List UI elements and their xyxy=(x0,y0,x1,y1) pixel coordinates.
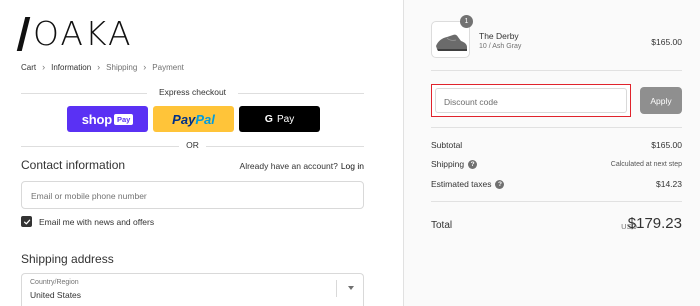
google-pay-label: Pay xyxy=(276,113,295,125)
newsletter-checkbox-row[interactable]: Email me with news and offers xyxy=(21,216,154,227)
country-select[interactable]: Country/Region United States xyxy=(21,273,364,306)
or-divider: OR xyxy=(21,140,364,152)
product-variant: 10 / Ash Gray xyxy=(479,43,522,50)
account-prompt-text: Already have an account? xyxy=(239,161,338,171)
discount-code-input[interactable]: Discount code xyxy=(435,88,627,113)
shop-pay-badge: Pay xyxy=(113,113,134,125)
subtotal-value: $165.00 xyxy=(651,140,682,150)
email-field[interactable]: Email or mobile phone number xyxy=(21,181,364,209)
taxes-value: $14.23 xyxy=(656,179,682,189)
logo-slash-mark xyxy=(16,17,31,51)
breadcrumb: Cart › Information › Shipping › Payment xyxy=(21,62,184,72)
total-label: Total xyxy=(431,220,453,231)
shipping-value: Calculated at next step xyxy=(610,161,682,168)
paypal-button[interactable]: Pay Pal xyxy=(153,106,234,132)
country-label: Country/Region xyxy=(30,279,79,286)
breadcrumb-shipping: Shipping xyxy=(106,62,138,72)
checkmark-icon xyxy=(23,219,30,224)
taxes-row: Estimated taxes ? xyxy=(431,179,505,189)
divider xyxy=(431,201,682,202)
logo-text: OAKA xyxy=(33,14,133,53)
google-pay-button[interactable]: G Pay xyxy=(239,106,320,132)
question-icon[interactable]: ? xyxy=(495,179,505,189)
taxes-label: Estimated taxes xyxy=(431,179,492,189)
express-checkout-header: Express checkout xyxy=(21,87,364,99)
login-link[interactable]: Log in xyxy=(341,161,364,171)
product-name: The Derby xyxy=(479,31,519,41)
brand-logo[interactable]: OAKA xyxy=(16,14,133,53)
or-label: OR xyxy=(186,140,199,150)
discount-highlight[interactable]: Discount code xyxy=(431,84,631,117)
newsletter-label: Email me with news and offers xyxy=(39,216,155,227)
email-placeholder: Email or mobile phone number xyxy=(31,191,147,201)
chevron-right-icon: › xyxy=(42,62,46,72)
chevron-down-icon xyxy=(348,286,354,290)
express-checkout-label: Express checkout xyxy=(150,87,235,97)
country-value: United States xyxy=(30,290,82,300)
paypal-wordmark-pal: Pal xyxy=(195,111,215,127)
chevron-right-icon: › xyxy=(143,62,147,72)
contact-heading: Contact information xyxy=(21,158,126,172)
breadcrumb-payment: Payment xyxy=(152,62,184,72)
shop-pay-button[interactable]: shop Pay xyxy=(67,106,148,132)
shop-pay-wordmark: shop xyxy=(81,111,112,127)
shipping-row: Shipping ? xyxy=(431,159,478,169)
subtotal-label: Subtotal xyxy=(431,140,463,150)
apply-button[interactable]: Apply xyxy=(640,87,682,114)
order-summary-panel: 1 The Derby 10 / Ash Gray $165.00 Discou… xyxy=(403,0,700,306)
question-icon[interactable]: ? xyxy=(468,159,478,169)
paypal-wordmark-pay: Pay xyxy=(172,111,196,127)
select-divider xyxy=(336,280,337,297)
shipping-heading: Shipping address xyxy=(21,252,114,266)
chevron-right-icon: › xyxy=(97,62,101,72)
breadcrumb-cart[interactable]: Cart xyxy=(21,63,36,72)
checkout-main-panel: OAKA Cart › Information › Shipping › Pay… xyxy=(0,0,403,306)
account-prompt: Already have an account? Log in xyxy=(240,161,364,171)
total-amount: $179.23 xyxy=(627,215,682,232)
discount-placeholder: Discount code xyxy=(444,97,498,107)
divider xyxy=(431,127,682,128)
shipping-label: Shipping xyxy=(431,159,465,169)
breadcrumb-information[interactable]: Information xyxy=(51,63,91,72)
newsletter-checkbox[interactable] xyxy=(21,216,32,227)
product-price: $165.00 xyxy=(651,37,682,47)
divider xyxy=(431,70,682,71)
quantity-badge: 1 xyxy=(460,15,473,28)
google-g-icon: G xyxy=(264,113,273,125)
